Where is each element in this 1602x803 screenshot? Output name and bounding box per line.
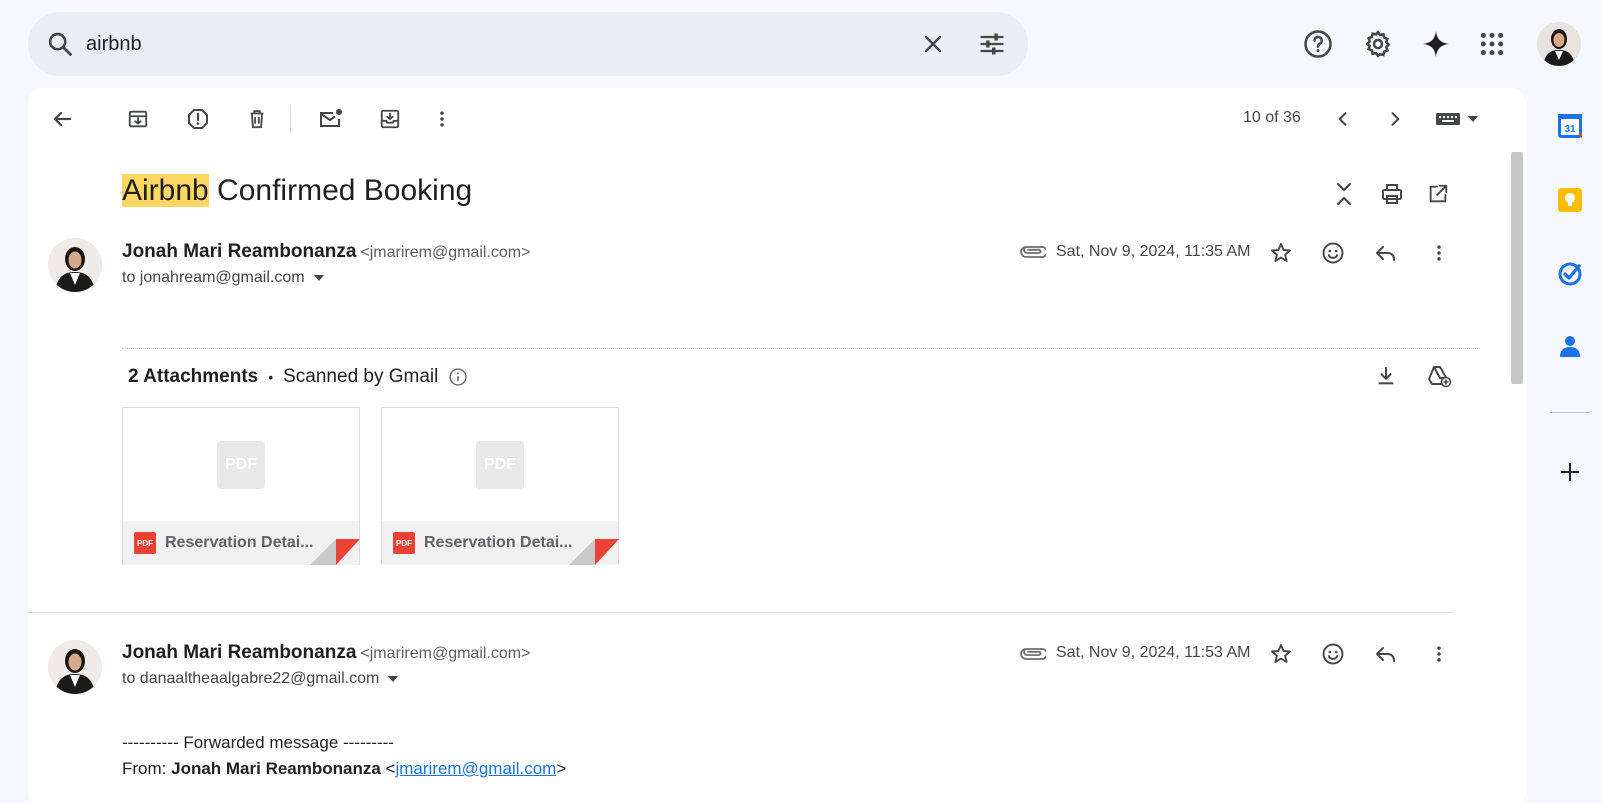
message-more-icon[interactable] [1419,233,1459,273]
pdf-file-icon: PDF [217,440,265,489]
search-input[interactable] [86,26,886,62]
info-icon[interactable] [448,367,468,387]
subject-text: Confirmed Booking [208,174,473,207]
message-date: Sat, Nov 9, 2024, 11:53 AM [1056,644,1251,661]
add-reaction-icon[interactable] [1313,634,1353,674]
search-bar[interactable] [28,12,1028,76]
older-chevron-right-icon[interactable] [1375,99,1415,139]
message-date: Sat, Nov 9, 2024, 11:35 AM [1056,243,1251,260]
download-all-icon[interactable] [1366,356,1406,396]
from-email-link[interactable]: jmarirem@gmail.com [395,759,556,778]
archive-icon[interactable] [118,99,158,139]
calendar-day: 31 [1564,124,1576,135]
from-close: > [556,759,567,778]
gemini-sparkle-icon[interactable] [1416,24,1456,64]
add-addon-plus-icon[interactable] [1552,454,1588,490]
star-icon[interactable] [1261,233,1301,273]
add-to-drive-icon[interactable] [1419,356,1459,396]
sender-name-text: Jonah Mari Reambonanza [122,241,357,262]
attachment-clip-icon [1020,241,1046,259]
add-reaction-icon[interactable] [1313,233,1353,273]
scrollbar-thumb[interactable] [1511,152,1523,384]
attachment-preview[interactable]: PDF [382,408,618,521]
attachment-card[interactable]: PDF PDF Reservation Detai... [122,407,360,565]
account-avatar[interactable] [1537,22,1581,66]
apps-grid-icon[interactable] [1472,24,1512,64]
help-icon[interactable] [1298,24,1338,64]
forwarded-from-line: From: Jonah Mari Reambonanza <jmarirem@g… [122,759,566,779]
sender-name: Jonah Mari Reambonanza <jmarirem@gmail.co… [122,241,530,263]
star-icon[interactable] [1261,634,1301,674]
back-arrow-icon[interactable] [42,99,82,139]
attachment-card[interactable]: PDF PDF Reservation Detai... [381,407,619,565]
reply-icon[interactable] [1366,634,1406,674]
clear-search-icon[interactable] [913,24,953,64]
from-name: Jonah Mari Reambonanza [171,759,381,778]
search-options-icon[interactable] [972,24,1012,64]
attachment-filename: Reservation Detai... [165,534,314,551]
print-icon[interactable] [1372,174,1412,214]
sender-email: <jmarirem@gmail.com> [360,244,531,261]
recipients-dropdown-icon[interactable] [387,675,399,683]
attachment-preview[interactable]: PDF [123,408,359,521]
message-counter: 10 of 36 [1243,109,1301,126]
recipients-text: to danaaltheaalgabre22@gmail.com [122,670,380,687]
move-to-icon[interactable] [370,99,410,139]
delete-trash-icon[interactable] [237,99,277,139]
rail-divider [1550,412,1590,413]
attachments-bullet: • [268,369,274,385]
reply-icon[interactable] [1366,233,1406,273]
attachments-count: 2 Attachments [128,366,259,387]
google-tasks-icon[interactable] [1552,256,1588,292]
recipients-line[interactable]: to jonahream@gmail.com [122,269,325,287]
from-label: From: [122,759,172,778]
attachments-header: 2 Attachments • Scanned by Gmail [128,366,468,388]
attachments-divider [122,348,1480,349]
google-calendar-icon[interactable]: 31 [1552,108,1588,144]
input-tools-keyboard-icon[interactable] [1432,99,1488,139]
sender-email: <jmarirem@gmail.com> [360,645,531,662]
google-keep-icon[interactable] [1552,182,1588,218]
thread-subject: Airbnb Confirmed Booking [122,174,472,208]
recipients-text: to jonahream@gmail.com [122,269,305,286]
pdf-badge-icon: PDF [134,532,156,554]
pdf-badge-icon: PDF [393,532,415,554]
scanned-label: Scanned by Gmail [283,366,439,387]
search-icon[interactable] [46,30,74,58]
pdf-file-icon: PDF [476,440,524,489]
google-contacts-icon[interactable] [1552,328,1588,364]
more-options-icon[interactable] [422,99,462,139]
sender-avatar[interactable] [48,640,102,694]
toolbar-divider [290,105,291,133]
forwarded-header: ---------- Forwarded message --------- [122,733,394,752]
sender-avatar[interactable] [48,238,102,292]
message-divider [28,612,1452,613]
open-new-window-icon[interactable] [1418,174,1458,214]
report-spam-icon[interactable] [178,99,218,139]
newer-chevron-left-icon[interactable] [1323,99,1363,139]
recipients-dropdown-icon[interactable] [313,274,325,282]
page-fold-corner-icon [310,539,360,565]
collapse-all-icon[interactable] [1324,174,1364,214]
subject-highlight: Airbnb [122,174,209,207]
message-more-icon[interactable] [1419,634,1459,674]
mark-unread-icon[interactable] [311,99,351,139]
sender-name-text: Jonah Mari Reambonanza [122,642,357,663]
attachment-clip-icon [1020,643,1046,661]
sender-name: Jonah Mari Reambonanza <jmarirem@gmail.co… [122,642,530,664]
from-open: < [380,759,396,778]
recipients-line[interactable]: to danaaltheaalgabre22@gmail.com [122,670,399,688]
page-fold-corner-icon [569,539,619,565]
message-view-card: 10 of 36 Airbnb Confirmed Booking Jonah … [28,88,1526,803]
attachment-filename: Reservation Detai... [424,534,573,551]
settings-gear-icon[interactable] [1358,24,1398,64]
